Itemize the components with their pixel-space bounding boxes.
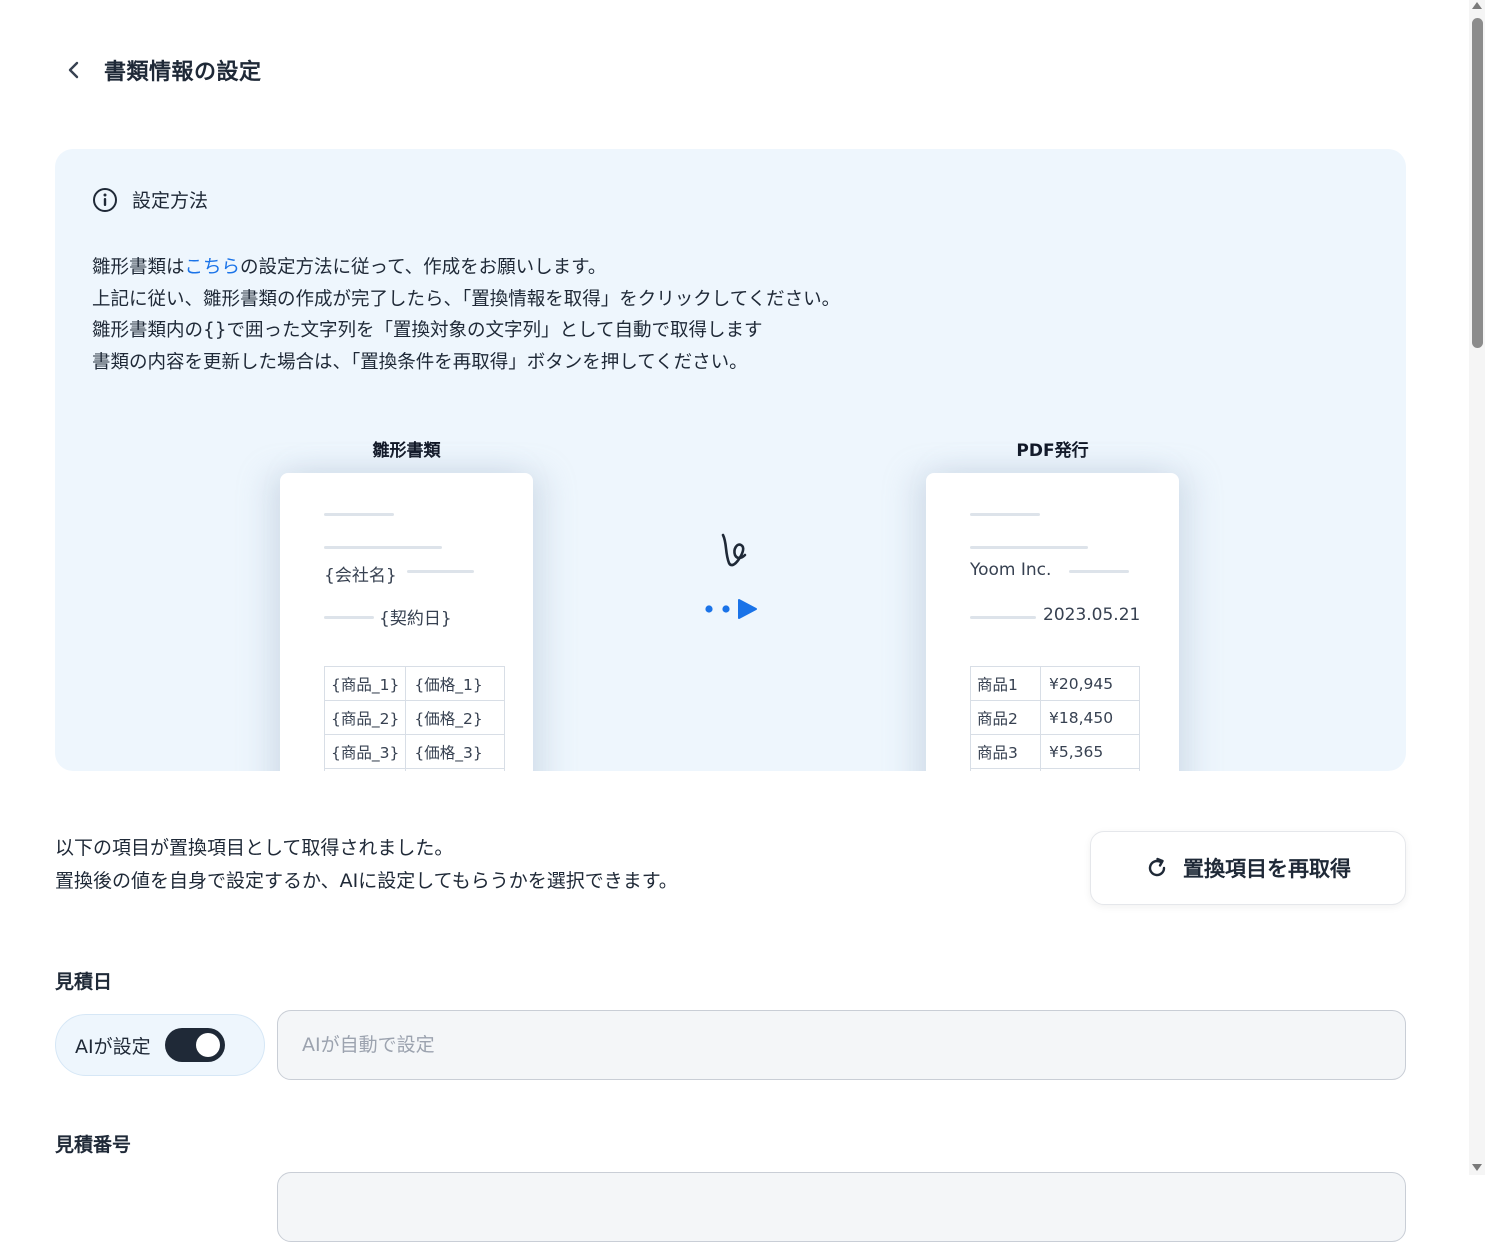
refetch-button-label: 置換項目を再取得 [1183,857,1351,881]
toggle-knob [195,1033,220,1057]
table-row: {商品_3} {価格_3} [323,734,506,769]
here-link[interactable]: こちら [185,257,241,278]
table-cell: {商品_1} [323,666,407,701]
table-cell: {価格_2} [405,700,506,735]
arrow-dots-icon [705,599,757,619]
template-doc-label: 雛形書類 [372,441,441,461]
table-row: 商品2 ¥18,450 [970,700,1140,735]
scrollbar-thumb[interactable] [1472,18,1483,348]
estimate-number-input[interactable] [277,1172,1406,1242]
table-row: {商品_2} {価格_2} [323,700,506,735]
results-desc-line-1: 以下の項目が置換項目として取得されました。 [55,837,454,859]
table-row: {商品_1} {価格_1} [323,666,506,701]
results-desc-line-2: 置換後の値を自身で設定するか、AIに設定してもらうかを選択できます。 [55,870,678,892]
doc-line [324,616,374,619]
ai-setting-toggle-group: AIが設定 [55,1014,265,1076]
table-cell [970,768,1041,771]
info-line-1: 雛形書類はこちらの設定方法に従って、作成をお願いします。 [92,252,840,284]
info-icon [93,187,117,212]
table-cell [1040,768,1140,771]
info-line-1-pre: 雛形書類は [92,257,185,278]
table-cell: {商品_2} [323,700,407,735]
table-cell: {商品_3} [323,734,407,769]
doc-line [970,546,1088,549]
ai-setting-label: AIが設定 [75,1035,151,1058]
info-header: 設定方法 [92,186,208,213]
scroll-up-arrow-icon[interactable] [1472,2,1482,9]
results-description: 以下の項目が置換項目として取得されました。 置換後の値を自身で設定するか、AIに… [55,832,678,898]
table-row [323,768,506,771]
magic-stroke-icon [721,533,747,567]
info-title: 設定方法 [132,190,209,212]
refetch-items-button[interactable]: 置換項目を再取得 [1090,831,1406,905]
doc-line [324,546,442,549]
info-line-3: 雛形書類内の{}で囲った文字列を「置換対象の文字列」として自動で取得します [92,320,763,342]
field-label-estimate-date: 見積日 [55,971,113,993]
pdf-doc-preview: Yoom Inc. 2023.05.21 商品1 ¥20,945 商品2 ¥18… [926,473,1179,771]
pdf-company-field: Yoom Inc. [970,560,1052,580]
info-line-1-post: の設定方法に従って、作成をお願いします。 [240,257,607,278]
chevron-left-icon [68,61,79,79]
doc-line [1069,570,1129,573]
table-cell: 商品1 [970,666,1041,701]
info-card: 設定方法 雛形書類はこちらの設定方法に従って、作成をお願いします。 上記に従い、… [55,149,1406,771]
table-cell: {価格_3} [405,734,506,769]
pdf-date-field: 2023.05.21 [1043,605,1141,625]
page-title: 書類情報の設定 [104,60,262,85]
table-cell: 商品3 [970,734,1041,769]
template-doc-preview: {会社名} {契約日} {商品_1} {価格_1} {商品_2} {価格_2} … [280,473,533,771]
table-cell: ¥18,450 [1040,700,1140,735]
table-row [970,768,1140,771]
estimate-date-input[interactable] [277,1010,1406,1080]
info-line-4: 書類の内容を更新した場合は、「置換条件を再取得」ボタンを押してください。 [92,352,748,374]
table-cell: ¥20,945 [1040,666,1140,701]
progress-dots [704,598,758,620]
template-items-table: {商品_1} {価格_1} {商品_2} {価格_2} {商品_3} {価格_3… [323,666,506,771]
scroll-down-arrow-icon[interactable] [1472,1164,1482,1171]
table-row: 商品3 ¥5,365 [970,734,1140,769]
doc-line [324,513,394,516]
table-cell [405,768,506,771]
table-cell: ¥5,365 [1040,734,1140,769]
table-row: 商品1 ¥20,945 [970,666,1140,701]
page-scrollbar[interactable] [1469,0,1485,1175]
doc-line [970,616,1036,619]
info-instructions: 雛形書類はこちらの設定方法に従って、作成をお願いします。 上記に従い、雛形書類の… [92,252,840,379]
template-date-field: {契約日} [379,609,452,629]
field-label-estimate-number: 見積番号 [55,1134,132,1156]
doc-line [970,513,1040,516]
info-line-2: 上記に従い、雛形書類の作成が完了したら、「置換情報を取得」をクリックしてください… [92,288,841,310]
page-header: 書類情報の設定 [60,52,262,88]
ai-setting-toggle[interactable] [164,1028,225,1062]
template-company-field: {会社名} [324,566,397,586]
table-cell [323,768,407,771]
refresh-icon [1148,857,1166,877]
table-cell: 商品2 [970,700,1041,735]
back-button[interactable] [60,52,88,88]
doc-line [407,570,474,573]
pdf-doc-label: PDF発行 [1016,441,1089,461]
pdf-items-table: 商品1 ¥20,945 商品2 ¥18,450 商品3 ¥5,365 [970,666,1140,771]
table-cell: {価格_1} [405,666,506,701]
